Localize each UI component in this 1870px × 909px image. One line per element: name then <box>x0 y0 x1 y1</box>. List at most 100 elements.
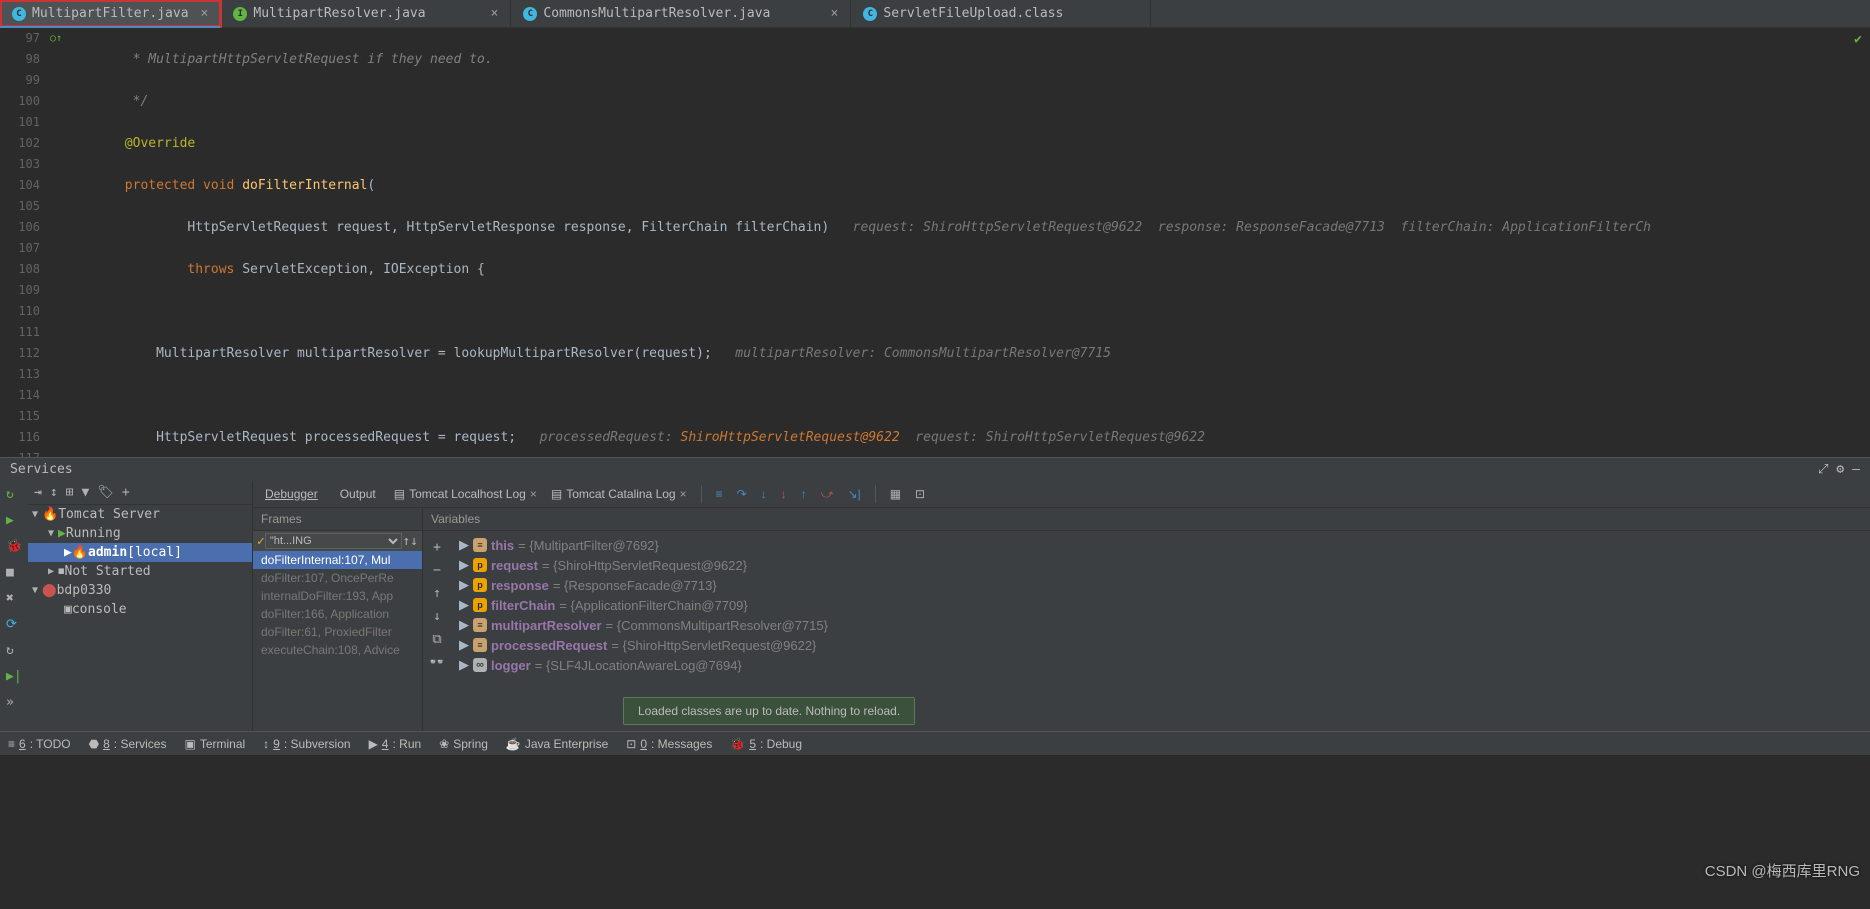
expand-icon[interactable]: ↕ <box>50 485 58 500</box>
class-icon: C <box>863 7 877 21</box>
group-icon[interactable]: ⊞ <box>66 485 74 500</box>
frame-row[interactable]: doFilterInternal:107, Mul <box>253 551 422 569</box>
tab-tomcat-localhost-log[interactable]: ▤ Tomcat Localhost Log × <box>394 487 537 501</box>
status-bar: ≡ 6: TODO ⬣ 8: Services ▣ Terminal ↕ 9: … <box>0 731 1870 755</box>
frame-row[interactable]: doFilter:61, ProxiedFilter <box>253 623 422 641</box>
more-icon[interactable]: » <box>6 695 22 711</box>
next-frame-icon[interactable]: ↓ <box>410 534 418 549</box>
expand-icon[interactable]: ⤢ <box>1818 462 1828 477</box>
frames-panel: Frames ✓ "ht...ING ↑ ↓ doFilterInternal:… <box>253 508 423 731</box>
run-to-cursor-icon[interactable]: ⤻ <box>821 487 834 502</box>
spring-button[interactable]: ❀ Spring <box>439 737 488 751</box>
tree-notstarted[interactable]: ▶⏹ Not Started <box>28 562 252 581</box>
copy-icon[interactable]: ⧉ <box>432 632 441 647</box>
close-icon[interactable]: × <box>189 6 209 21</box>
collapse-icon[interactable]: ⇥ <box>34 485 42 500</box>
resume-icon[interactable]: ▶| <box>6 669 22 685</box>
services-tree: ⇥ ↕ ⊞ ▼ 🏷 + ▼🔥 Tomcat Server ▼▶ Running … <box>28 481 253 731</box>
tab-output[interactable]: Output <box>336 485 380 503</box>
code-area[interactable]: * MultipartHttpServletRequest if they ne… <box>70 28 1870 457</box>
svn-button[interactable]: ↕ 9: Subversion <box>263 737 350 751</box>
services-header: Services ⤢ ⚙ — <box>0 457 1870 481</box>
debugger-tabs: Debugger Output ▤ Tomcat Localhost Log ×… <box>253 481 1870 508</box>
thread-selector[interactable]: "ht...ING <box>265 533 403 549</box>
sync-icon[interactable]: ⟳ <box>6 617 22 633</box>
step-over-icon[interactable]: ≡ <box>716 487 723 501</box>
stop-icon[interactable]: ■ <box>6 565 22 581</box>
run-button[interactable]: ▶ 4: Run <box>369 737 422 751</box>
hide-icon[interactable]: — <box>1852 462 1860 477</box>
filter-icon[interactable]: ▼ <box>81 485 89 500</box>
glasses-icon[interactable]: 👓 <box>429 655 445 670</box>
gear-icon[interactable]: ⚙ <box>1836 462 1844 477</box>
var-processedrequest[interactable]: ▶≡ processedRequest = {ShiroHttpServletR… <box>455 635 1866 655</box>
services-button[interactable]: ⬣ 8: Services <box>89 737 167 751</box>
frames-title: Frames <box>253 508 422 531</box>
services-body: ↻ ▶ 🐞 ■ ✖ ⟳ ↻ ▶| » ⇥ ↕ ⊞ ▼ 🏷 + ▼🔥 Tomcat… <box>0 481 1870 731</box>
run-icon[interactable]: ▶ <box>6 513 22 529</box>
add-watch-icon[interactable]: + <box>433 540 441 555</box>
tab-debugger[interactable]: Debugger <box>261 485 322 503</box>
tab-label: MultipartFilter.java <box>32 6 189 21</box>
down-icon[interactable]: ↓ <box>433 609 441 624</box>
var-filterchain[interactable]: ▶p filterChain = {ApplicationFilterChain… <box>455 595 1866 615</box>
debugger-area: Debugger Output ▤ Tomcat Localhost Log ×… <box>253 481 1870 731</box>
var-response[interactable]: ▶p response = {ResponseFacade@7713} <box>455 575 1866 595</box>
tab-label: ServletFileUpload.class <box>883 6 1063 21</box>
settings-icon[interactable]: ✖ <box>6 591 22 607</box>
class-icon: C <box>12 7 26 21</box>
variables-title: Variables <box>423 508 1870 531</box>
remove-watch-icon[interactable]: − <box>433 563 441 578</box>
step-down-icon[interactable]: ↓ <box>761 487 767 501</box>
tree-tomcat[interactable]: ▼🔥 Tomcat Server <box>28 505 252 524</box>
debug-icon[interactable]: 🐞 <box>6 539 22 555</box>
step-out-icon[interactable]: ↑ <box>801 487 807 501</box>
tree-admin[interactable]: ▶ 🔥 admin [local] <box>28 543 252 562</box>
add-icon[interactable]: + <box>122 485 130 500</box>
javaee-button[interactable]: ☕ Java Enterprise <box>506 737 608 751</box>
var-this[interactable]: ▶≡ this = {MultipartFilter@7692} <box>455 535 1866 555</box>
editor-tabs: C MultipartFilter.java × I MultipartReso… <box>0 0 1870 28</box>
close-icon[interactable]: × <box>819 6 839 21</box>
tab-multipartfilter[interactable]: C MultipartFilter.java × <box>0 0 221 27</box>
var-multipartresolver[interactable]: ▶≡ multipartResolver = {CommonsMultipart… <box>455 615 1866 635</box>
trace-icon[interactable]: ⊡ <box>915 487 925 501</box>
tab-label: MultipartResolver.java <box>253 6 425 21</box>
variables-list: ▶≡ this = {MultipartFilter@7692} ▶p requ… <box>451 531 1870 679</box>
tree-console[interactable]: ▣ console <box>28 600 252 619</box>
terminal-button[interactable]: ▣ Terminal <box>184 737 245 751</box>
close-icon[interactable]: × <box>479 6 499 21</box>
var-logger[interactable]: ▶∞ logger = {SLF4JLocationAwareLog@7694} <box>455 655 1866 675</box>
drop-frame-icon[interactable]: ↘| <box>848 487 861 501</box>
tab-servletfileupload[interactable]: C ServletFileUpload.class <box>851 0 1151 27</box>
tag-icon[interactable]: 🏷 <box>97 485 114 500</box>
frame-row[interactable]: executeChain:108, Advice <box>253 641 422 659</box>
frame-row[interactable]: internalDoFilter:193, App <box>253 587 422 605</box>
rerun-icon[interactable]: ↻ <box>6 487 22 503</box>
up-icon[interactable]: ↑ <box>433 586 441 601</box>
evaluate-icon[interactable]: ▦ <box>890 487 901 501</box>
force-step-icon[interactable]: ↓ <box>781 487 787 501</box>
tab-tomcat-catalina-log[interactable]: ▤ Tomcat Catalina Log × <box>551 487 687 501</box>
messages-button[interactable]: ⊡ 0: Messages <box>626 737 712 751</box>
line-gutter: 979899 100101102 103104105 106107108 109… <box>0 28 50 457</box>
code-editor[interactable]: ✔ 979899 100101102 103104105 106107108 1… <box>0 28 1870 457</box>
tree-bdp[interactable]: ▼⬤ bdp0330 <box>28 581 252 600</box>
tab-commonsmultipartresolver[interactable]: C CommonsMultipartResolver.java × <box>511 0 851 27</box>
frame-row[interactable]: doFilter:166, Application <box>253 605 422 623</box>
todo-button[interactable]: ≡ 6: TODO <box>8 737 71 751</box>
variables-panel: Variables + − ↑ ↓ ⧉ 👓 ▶≡ this = {Multipa… <box>423 508 1870 731</box>
step-into-icon[interactable]: ↷ <box>737 487 747 501</box>
services-toolbar: ⇥ ↕ ⊞ ▼ 🏷 + <box>28 481 252 505</box>
interface-icon: I <box>233 7 247 21</box>
reload-icon[interactable]: ↻ <box>6 643 22 659</box>
tab-multipartresolver[interactable]: I MultipartResolver.java × <box>221 0 511 27</box>
services-sidebar-icons: ↻ ▶ 🐞 ■ ✖ ⟳ ↻ ▶| » <box>0 481 28 731</box>
debug-button[interactable]: 🐞 5: Debug <box>730 737 802 751</box>
class-icon: C <box>523 7 537 21</box>
reload-tooltip: Loaded classes are up to date. Nothing t… <box>623 697 915 725</box>
tree-running[interactable]: ▼▶ Running <box>28 524 252 543</box>
var-request[interactable]: ▶p request = {ShiroHttpServletRequest@96… <box>455 555 1866 575</box>
frame-row[interactable]: doFilter:107, OncePerRe <box>253 569 422 587</box>
prev-frame-icon[interactable]: ↑ <box>402 534 410 549</box>
